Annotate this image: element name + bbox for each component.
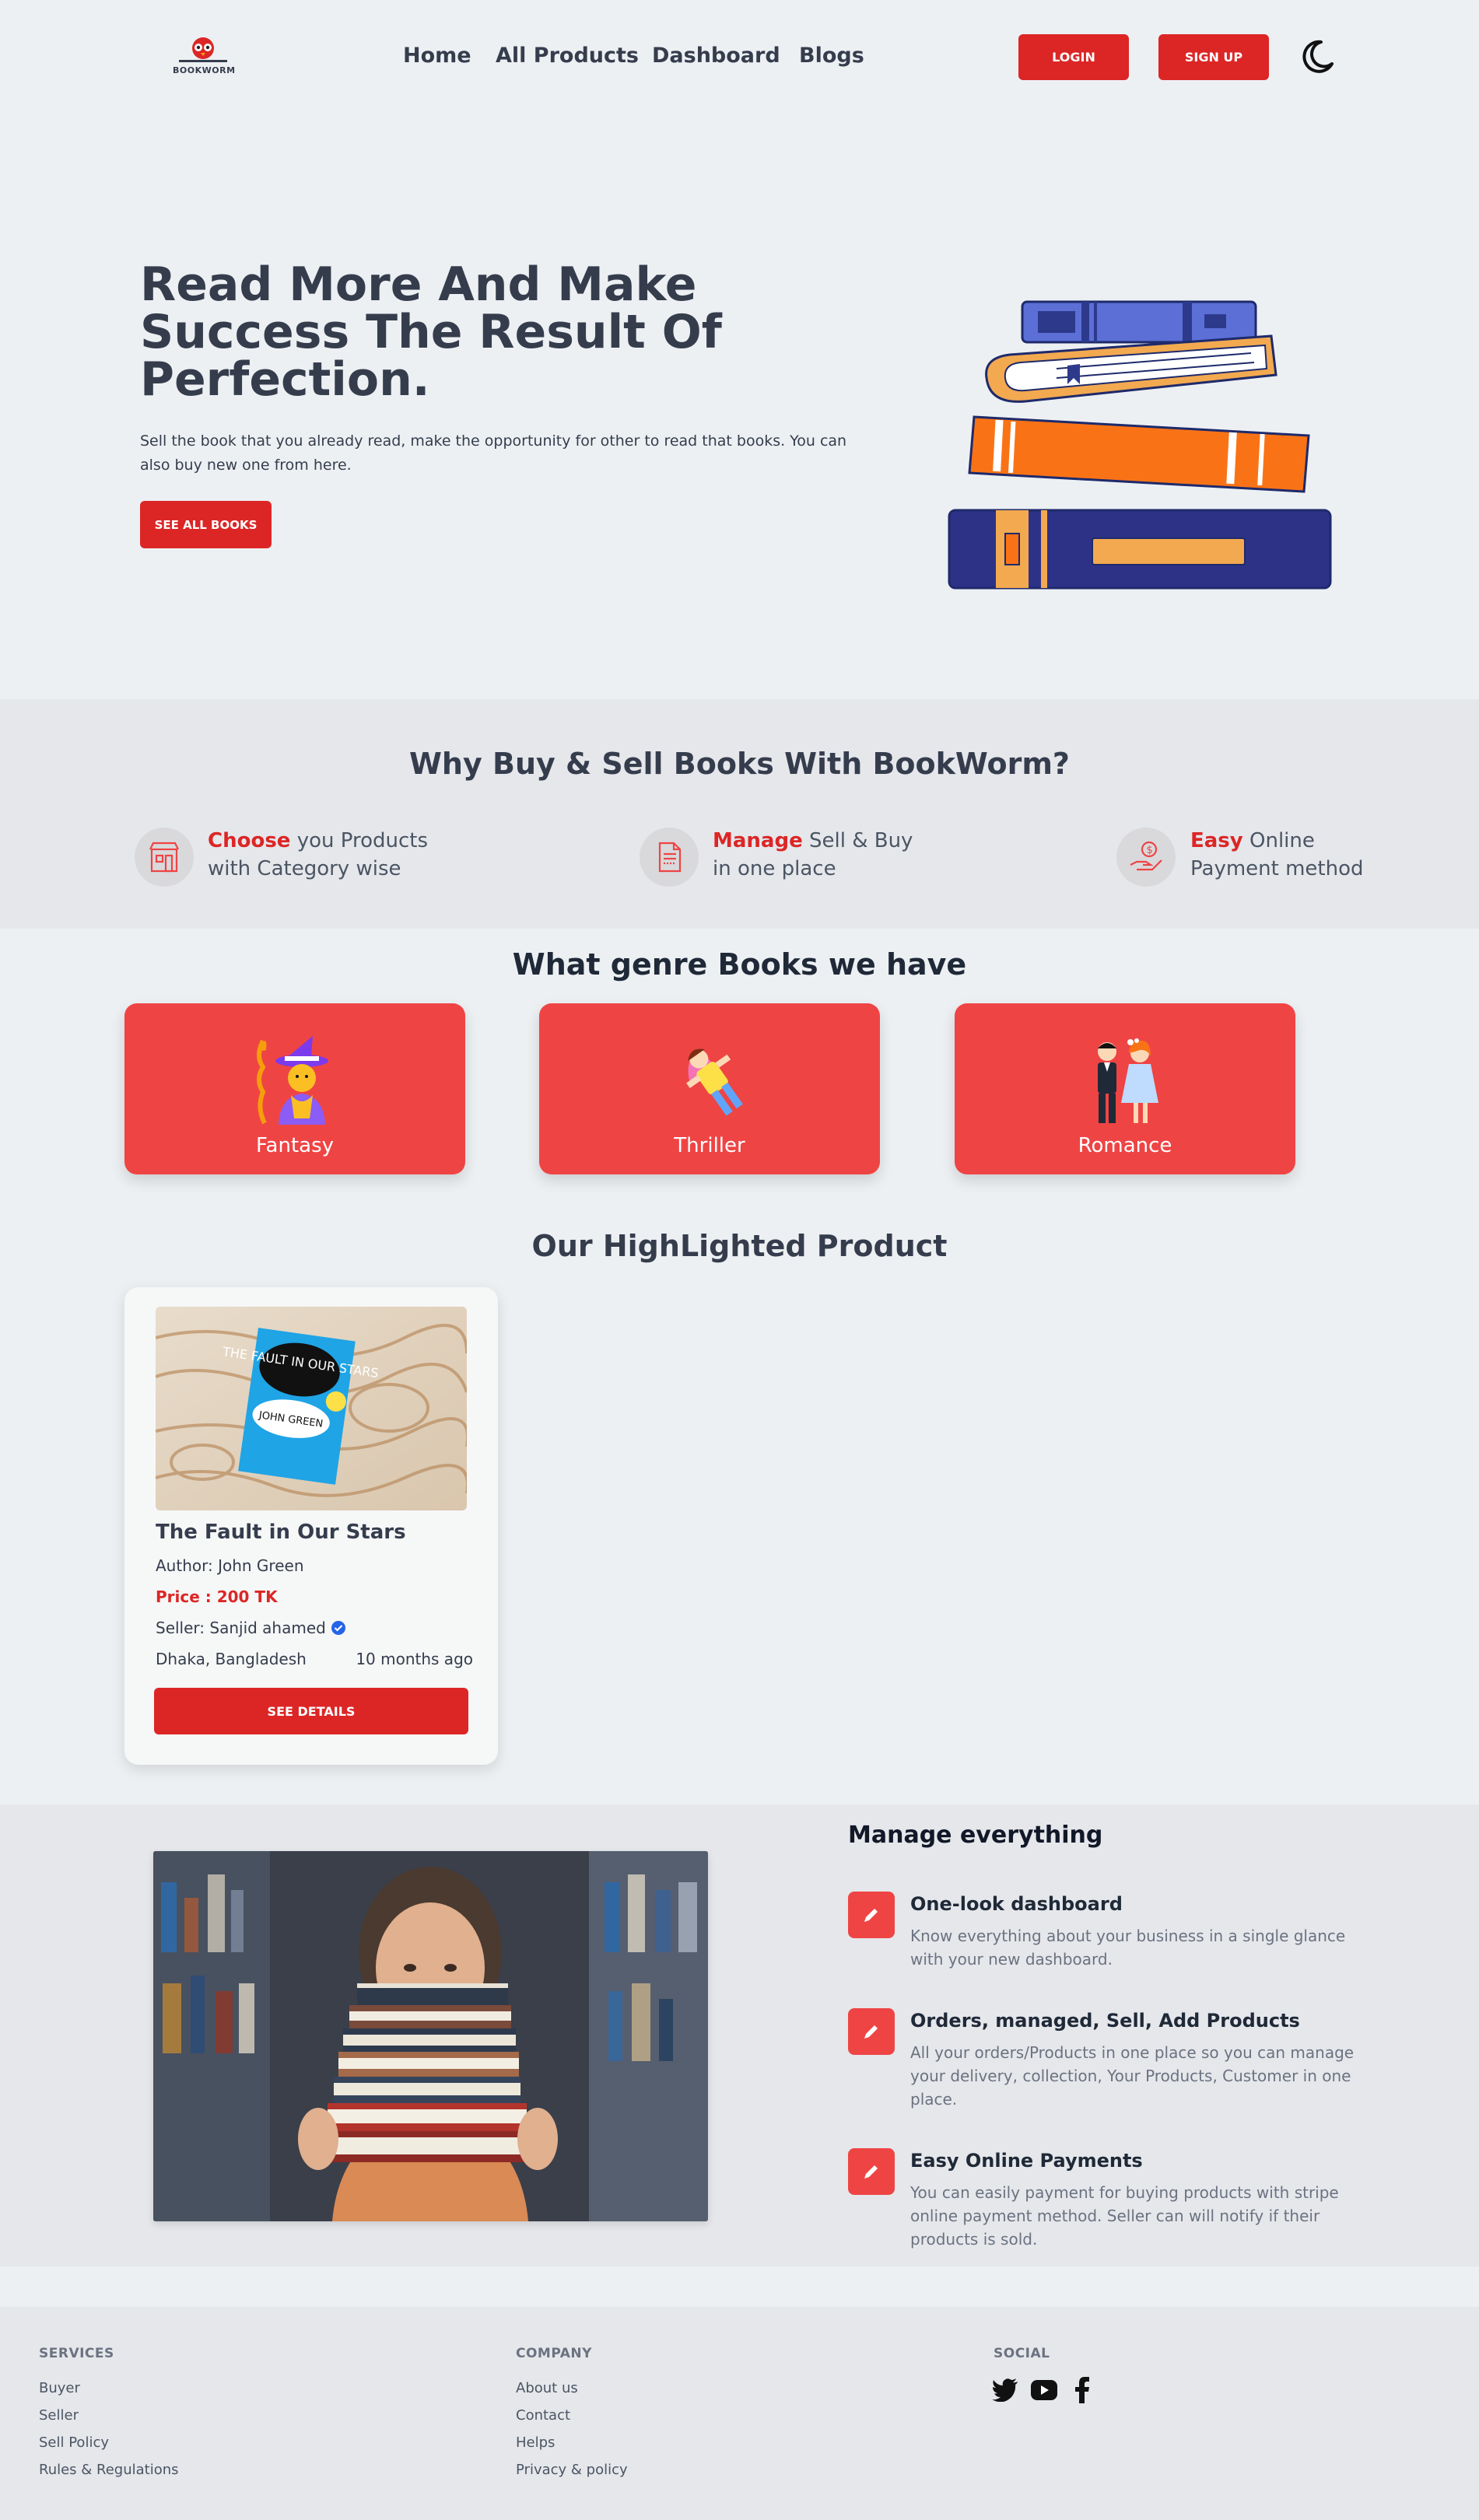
- facebook-icon[interactable]: [1075, 2377, 1089, 2403]
- footer-company-heading: COMPANY: [516, 2346, 592, 2361]
- footer-link-buyer[interactable]: Buyer: [39, 2380, 80, 2396]
- product-title[interactable]: The Fault in Our Stars: [156, 1521, 406, 1544]
- footer-link-contact[interactable]: Contact: [516, 2407, 570, 2424]
- genre-card-fantasy[interactable]: Fantasy: [124, 1003, 465, 1174]
- login-button[interactable]: LOGIN: [1018, 34, 1129, 80]
- see-all-books-button[interactable]: SEE ALL BOOKS: [140, 501, 272, 548]
- owl-logo-icon: [179, 37, 227, 62]
- stacked-books-illustration: [948, 300, 1332, 590]
- manage-photo: [153, 1851, 708, 2221]
- genre-card-thriller[interactable]: Thriller: [539, 1003, 880, 1174]
- footer-link-helps[interactable]: Helps: [516, 2434, 555, 2451]
- why-title: Why Buy & Sell Books With BookWorm?: [409, 747, 1070, 781]
- product-image[interactable]: THE FAULT IN OUR STARS JOHN GREEN: [156, 1307, 467, 1510]
- hero-title: Read More And Make Success The Result Of…: [140, 257, 722, 407]
- feature-title-dashboard: One-look dashboard: [910, 1893, 1123, 1915]
- product-location: Dhaka, Bangladesh: [156, 1650, 307, 1668]
- feature-title-payments: Easy Online Payments: [910, 2150, 1143, 2172]
- footer-social-heading: SOCIAL: [994, 2346, 1050, 2361]
- svg-text:$: $: [1147, 845, 1153, 856]
- store-icon: [135, 828, 194, 887]
- logo[interactable]: BOOKWORM: [173, 34, 236, 81]
- product-posted-time: 10 months ago: [356, 1650, 473, 1668]
- footer-services-heading: SERVICES: [39, 2346, 114, 2361]
- why-item-choose: Choose you Products with Category wise: [208, 829, 429, 880]
- product-author: Author: John Green: [156, 1556, 304, 1575]
- footer: [0, 2307, 1479, 2520]
- genre-label: Romance: [1078, 1134, 1172, 1157]
- footer-link-privacy[interactable]: Privacy & policy: [516, 2462, 628, 2478]
- pencil-icon: [848, 2148, 895, 2195]
- why-item-easy: Easy Online Payment method: [1190, 829, 1364, 880]
- wizard-icon: [257, 1036, 328, 1125]
- genre-label: Thriller: [674, 1134, 745, 1157]
- verified-badge-icon: [331, 1621, 346, 1635]
- footer-link-seller[interactable]: Seller: [39, 2407, 79, 2424]
- feature-desc-dashboard: Know everything about your business in a…: [910, 1927, 1346, 1969]
- couple-icon: [1098, 1038, 1158, 1123]
- feature-desc-orders: All your orders/Products in one place so…: [910, 2043, 1355, 2109]
- seller-name: Seller: Sanjid ahamed: [156, 1619, 326, 1637]
- feature-desc-payments: You can easily payment for buying produc…: [910, 2183, 1339, 2249]
- nav-blogs[interactable]: Blogs: [799, 44, 864, 68]
- nav-all-products[interactable]: All Products: [496, 44, 639, 68]
- highlighted-title: Our HighLighted Product: [531, 1229, 948, 1263]
- pencil-icon: [848, 2008, 895, 2055]
- hero-subtitle: Sell the book that you already read, mak…: [140, 432, 847, 474]
- product-seller: Seller: Sanjid ahamed: [156, 1619, 346, 1637]
- pencil-icon: [848, 1892, 895, 1938]
- payment-hand-icon: $: [1116, 828, 1176, 887]
- why-section: [0, 699, 1479, 929]
- product-card: THE FAULT IN OUR STARS JOHN GREEN The Fa…: [124, 1287, 498, 1765]
- youtube-icon[interactable]: [1031, 2380, 1057, 2400]
- twitter-icon[interactable]: [992, 2378, 1018, 2402]
- logo-text: BOOKWORM: [173, 65, 236, 75]
- manage-title: Manage everything: [848, 1822, 1103, 1849]
- genre-label: Fantasy: [255, 1134, 335, 1157]
- see-details-button[interactable]: SEE DETAILS: [154, 1688, 468, 1734]
- feature-title-orders: Orders, managed, Sell, Add Products: [910, 2010, 1300, 2032]
- nav-home[interactable]: Home: [403, 44, 471, 68]
- superhero-icon: [686, 1048, 743, 1116]
- product-price: Price : 200 TK: [156, 1587, 278, 1606]
- footer-link-about[interactable]: About us: [516, 2380, 578, 2396]
- signup-button[interactable]: SIGN UP: [1158, 34, 1269, 80]
- footer-link-sell-policy[interactable]: Sell Policy: [39, 2434, 109, 2451]
- footer-link-rules[interactable]: Rules & Regulations: [39, 2462, 179, 2478]
- nav-dashboard[interactable]: Dashboard: [652, 44, 780, 68]
- why-item-manage: Manage Sell & Buy in one place: [713, 829, 913, 880]
- document-icon: [640, 828, 699, 887]
- moon-icon[interactable]: [1298, 37, 1337, 76]
- genres-title: What genre Books we have: [512, 947, 967, 982]
- genre-card-romance[interactable]: Romance: [955, 1003, 1295, 1174]
